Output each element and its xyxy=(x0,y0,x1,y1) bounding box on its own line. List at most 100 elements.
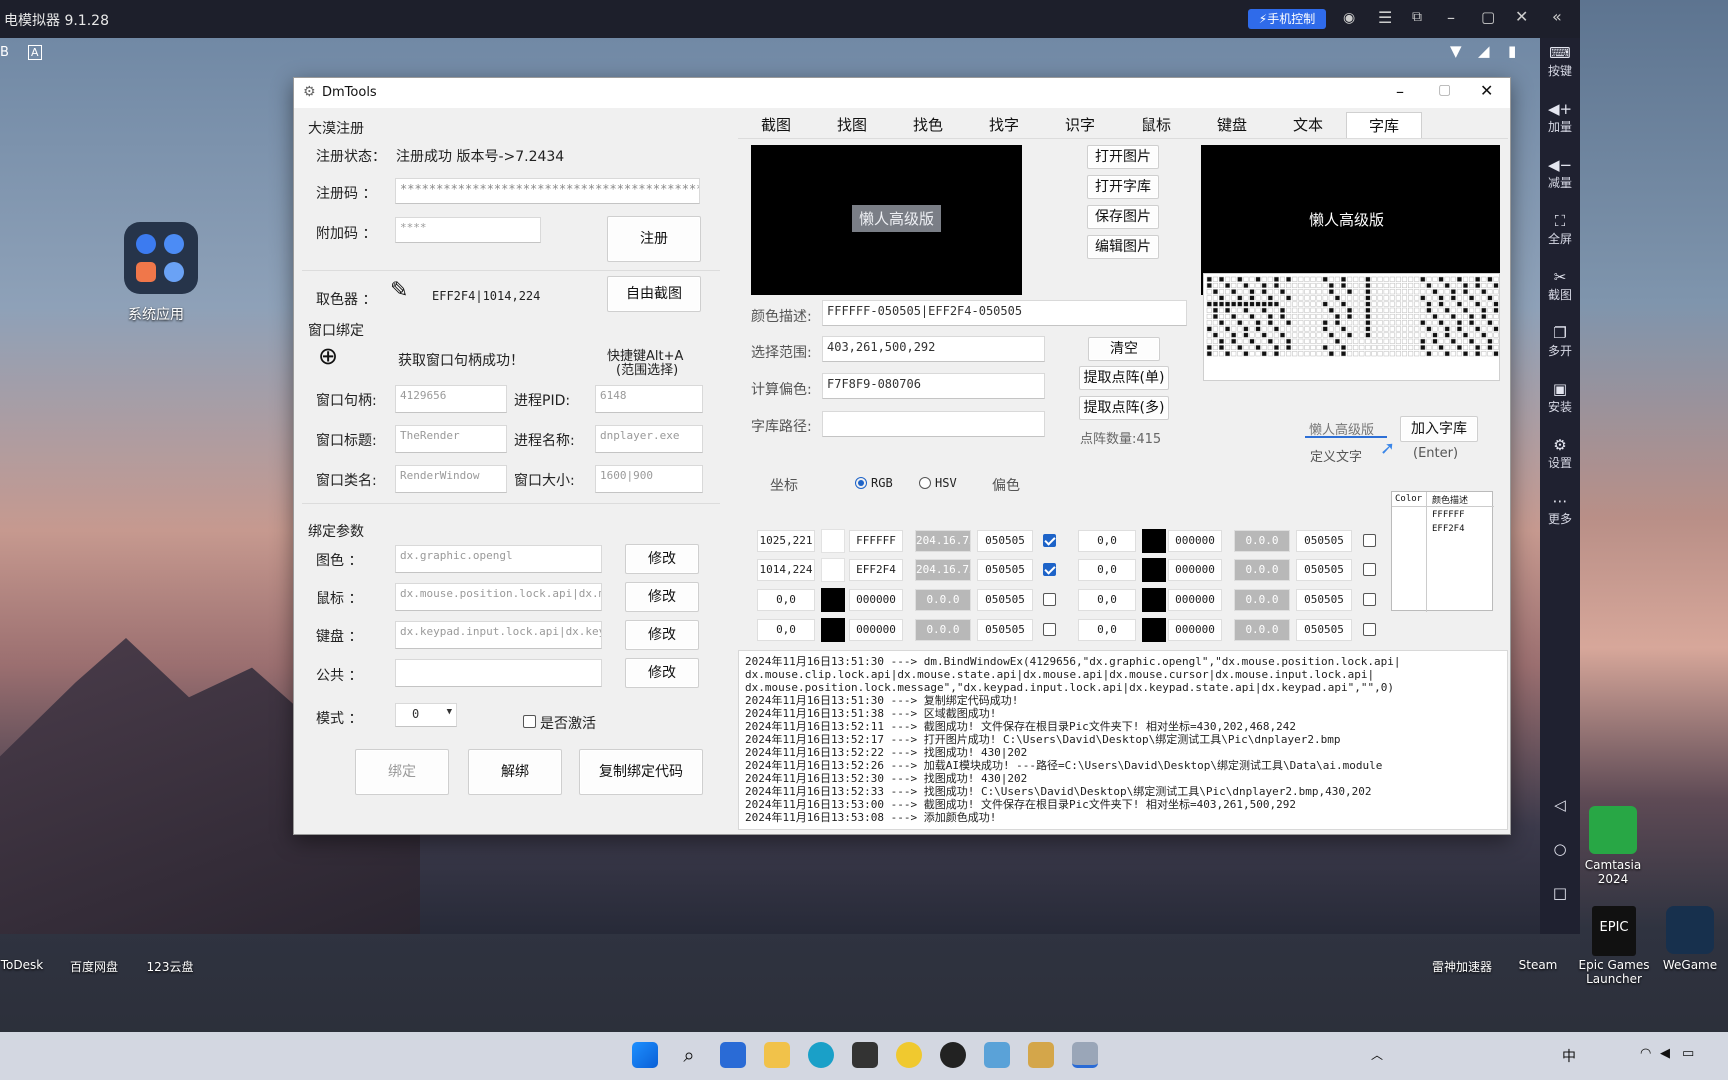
install-button[interactable]: ▣ 安装 xyxy=(1540,380,1580,415)
store-icon[interactable] xyxy=(720,1042,746,1068)
color-offset-field[interactable]: 050505 xyxy=(1296,589,1352,611)
add-to-library-button[interactable]: 加入字库 xyxy=(1400,416,1478,442)
dmtools-gear-icon[interactable] xyxy=(1072,1042,1098,1068)
color-hex-field[interactable]: 000000 xyxy=(1168,559,1222,581)
color-enable-checkbox[interactable] xyxy=(1043,623,1056,636)
activate-checkbox[interactable] xyxy=(523,715,536,728)
color-offset-field[interactable]: 050505 xyxy=(1296,530,1352,552)
start-icon[interactable] xyxy=(632,1042,658,1068)
tab-font-library[interactable]: 字库 xyxy=(1346,112,1422,138)
desktop-icon-epic[interactable]: Epic Games Launcher xyxy=(1576,958,1652,986)
color-enable-checkbox[interactable] xyxy=(1043,593,1056,606)
modify-keypad-button[interactable]: 修改 xyxy=(625,620,699,650)
unbind-button[interactable]: 解绑 xyxy=(468,749,562,795)
color-coord-field[interactable]: 0,0 xyxy=(1078,589,1136,611)
minimize-icon[interactable]: – xyxy=(1447,8,1455,27)
param-field-public[interactable] xyxy=(395,659,602,687)
screenshot-button[interactable]: ✂ 截图 xyxy=(1540,268,1580,303)
minimize-button[interactable]: – xyxy=(1396,82,1404,101)
reg-code-field[interactable]: ****************************************… xyxy=(395,178,700,204)
color-hex-field[interactable]: 000000 xyxy=(1168,619,1222,641)
color-enable-checkbox[interactable] xyxy=(1363,623,1376,636)
tab-ocr[interactable]: 识字 xyxy=(1042,112,1118,138)
capture-icon[interactable] xyxy=(852,1042,878,1068)
clear-button[interactable]: 清空 xyxy=(1088,337,1160,361)
dm-app-icon[interactable] xyxy=(1028,1042,1054,1068)
tab-find-image[interactable]: 找图 xyxy=(814,112,890,138)
color-offset-field[interactable]: 050505 xyxy=(1296,559,1352,581)
title-field[interactable]: TheRender xyxy=(395,425,507,453)
keys-button[interactable]: ⌨ 按键 xyxy=(1540,44,1580,79)
desktop-icon-wegame[interactable]: WeGame xyxy=(1660,958,1720,972)
close-button[interactable]: ✕ xyxy=(1480,81,1493,100)
color-coord-field[interactable]: 1025,221 xyxy=(757,530,815,552)
recents-button[interactable]: □ xyxy=(1540,884,1580,902)
obs-icon[interactable] xyxy=(940,1042,966,1068)
explorer-icon[interactable] xyxy=(764,1042,790,1068)
tab-screenshot[interactable]: 截图 xyxy=(738,112,814,138)
wifi-tray-icon[interactable]: ◠ xyxy=(1640,1046,1651,1061)
color-coord-field[interactable]: 0,0 xyxy=(757,589,815,611)
multi-open-button[interactable]: ❐ 多开 xyxy=(1540,324,1580,359)
modify-graphic-button[interactable]: 修改 xyxy=(625,544,699,574)
desktop-icon-steam[interactable]: Steam xyxy=(1516,958,1560,972)
maximize-icon[interactable]: ▢ xyxy=(1481,8,1495,26)
chat-icon[interactable] xyxy=(896,1042,922,1068)
color-offset-field[interactable]: 050505 xyxy=(977,589,1033,611)
color-offset-field[interactable]: 050505 xyxy=(977,559,1033,581)
color-hex-field[interactable]: 000000 xyxy=(849,619,903,641)
custom-text-input[interactable]: 懒人高级版 xyxy=(1305,416,1387,438)
search-icon[interactable]: ⌕ xyxy=(676,1042,702,1068)
menu-icon[interactable]: ☰ xyxy=(1378,8,1392,27)
color-enable-checkbox[interactable] xyxy=(1043,534,1056,547)
volume-up-button[interactable]: ◀+ 加量 xyxy=(1540,100,1580,135)
desktop-icon-baidu[interactable]: 百度网盘 xyxy=(64,958,124,975)
tab-text[interactable]: 文本 xyxy=(1270,112,1346,138)
color-enable-checkbox[interactable] xyxy=(1363,563,1376,576)
color-offset-field[interactable]: 050505 xyxy=(977,530,1033,552)
color-hex-field[interactable]: 000000 xyxy=(849,589,903,611)
back-button[interactable]: ◁ xyxy=(1540,796,1580,814)
color-enable-checkbox[interactable] xyxy=(1363,534,1376,547)
camtasia-icon[interactable] xyxy=(1589,806,1637,854)
color-hex-field[interactable]: FFFFFF xyxy=(849,530,903,552)
user-icon[interactable]: ◉ xyxy=(1343,10,1355,26)
tray-chevron-icon[interactable]: ︿ xyxy=(1371,1046,1383,1063)
param-field-mouse[interactable]: dx.mouse.position.lock.api|dx.mous xyxy=(395,583,602,611)
color-enable-checkbox[interactable] xyxy=(1363,593,1376,606)
table-row[interactable]: FFFFFF xyxy=(1432,510,1465,520)
extract-single-button[interactable]: 提取点阵(单) xyxy=(1079,366,1169,390)
table-row[interactable]: EFF2F4 xyxy=(1432,524,1465,534)
system-apps-folder[interactable] xyxy=(124,222,198,294)
ime-indicator[interactable]: 中 xyxy=(1562,1046,1576,1066)
color-hex-field[interactable]: 000000 xyxy=(1168,589,1222,611)
color-coord-field[interactable]: 0,0 xyxy=(1078,619,1136,641)
library-path-field[interactable] xyxy=(822,411,1045,437)
maximize-button[interactable]: ▢ xyxy=(1438,82,1451,98)
param-field-keypad[interactable]: dx.keypad.input.lock.api|dx.keypad xyxy=(395,621,602,649)
open-image-button[interactable]: 打开图片 xyxy=(1087,145,1159,169)
desktop-icon-camtasia[interactable]: Camtasia 2024 xyxy=(1580,858,1646,886)
eyedropper-icon[interactable]: ✎ xyxy=(390,278,408,303)
color-desc-field[interactable]: FFFFFF-050505|EFF2F4-050505 xyxy=(822,300,1187,326)
color-enable-checkbox[interactable] xyxy=(1043,563,1056,576)
handle-field[interactable]: 4129656 xyxy=(395,385,507,413)
more-button[interactable]: ⋯ 更多 xyxy=(1540,492,1580,527)
mode-select[interactable]: 0 ▼ xyxy=(395,703,457,727)
color-coord-field[interactable]: 0,0 xyxy=(1078,530,1136,552)
modify-mouse-button[interactable]: 修改 xyxy=(625,582,699,612)
color-offset-field[interactable]: 050505 xyxy=(977,619,1033,641)
desktop-icon-leishen[interactable]: 雷神加速器 xyxy=(1424,958,1500,975)
volume-tray-icon[interactable]: ◀ xyxy=(1660,1046,1670,1061)
close-icon[interactable]: ✕ xyxy=(1515,7,1528,26)
tab-keyboard[interactable]: 键盘 xyxy=(1194,112,1270,138)
hsv-radio[interactable] xyxy=(919,477,931,489)
collapse-icon[interactable]: « xyxy=(1552,7,1562,26)
rgb-radio[interactable] xyxy=(855,477,867,489)
color-coord-field[interactable]: 0,0 xyxy=(1078,559,1136,581)
pname-field[interactable]: dnplayer.exe xyxy=(595,425,703,453)
crosshair-icon[interactable]: ⊕ xyxy=(318,342,338,370)
log-output[interactable]: 2024年11月16日13:51:30 ---> dm.BindWindowEx… xyxy=(738,650,1508,830)
free-screenshot-button[interactable]: 自由截图 xyxy=(607,276,701,312)
tab-find-text[interactable]: 找字 xyxy=(966,112,1042,138)
